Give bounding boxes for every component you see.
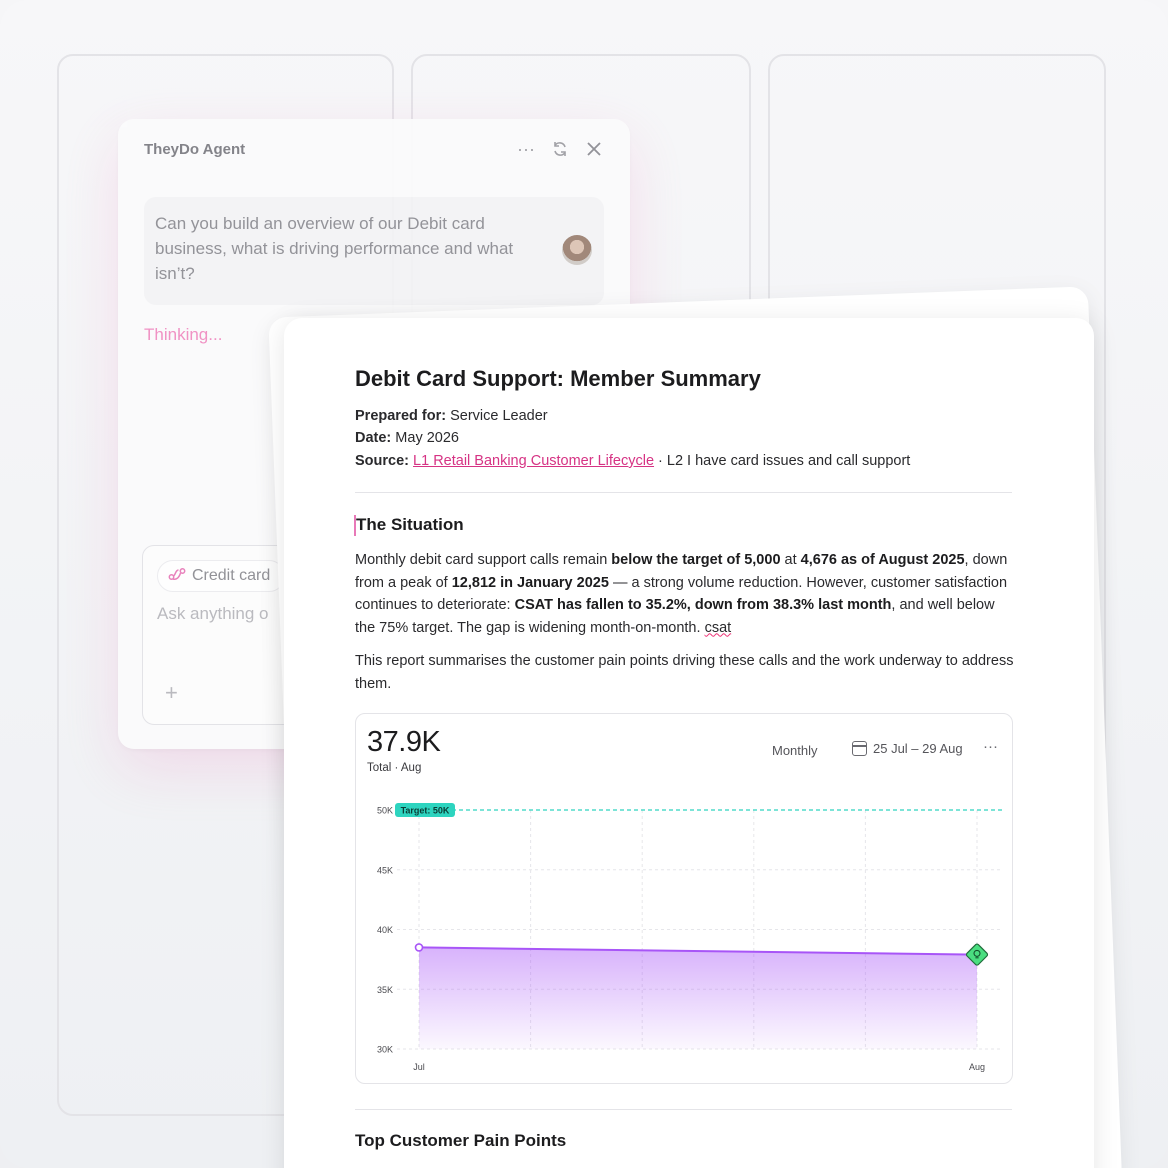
series-area — [419, 947, 977, 1049]
y-tick-label: 35K — [377, 985, 393, 995]
source-link[interactable]: L1 Retail Banking Customer Lifecycle — [413, 453, 654, 469]
document-title: Debit Card Support: Member Summary — [355, 366, 761, 391]
bold-run: CSAT has fallen to 35.2%, down from 38.3… — [514, 597, 892, 613]
situation-paragraph: Monthly debit card support calls remain … — [355, 549, 1015, 639]
prepared-for-line: Prepared for: Service Leader — [355, 408, 548, 424]
source-label: Source: — [355, 453, 409, 469]
y-tick-label: 45K — [377, 865, 393, 875]
canvas-background: TheyDo Agent ··· Can you build an overvi… — [0, 0, 1168, 1168]
source-line: Source: L1 Retail Banking Customer Lifec… — [355, 453, 910, 469]
section-heading-situation: The Situation — [356, 515, 464, 534]
document-sheet: Debit Card Support: Member Summary Prepa… — [284, 318, 1094, 1168]
y-tick-label: 40K — [377, 925, 393, 935]
bold-run: below the target of 5,000 — [611, 552, 781, 568]
journey-icon — [168, 566, 186, 586]
date-line: Date: May 2026 — [355, 430, 459, 446]
chart-card: 37.9K Total · Aug Monthly 25 Jul – 29 Au… — [355, 713, 1013, 1084]
close-icon[interactable] — [584, 137, 604, 161]
agent-actions: ··· — [516, 137, 604, 161]
target-label: Target: 50K — [401, 805, 450, 815]
more-horizontal-icon[interactable]: ··· — [516, 137, 536, 161]
text-run: Monthly debit card support calls remain — [355, 552, 612, 568]
section-heading-pain-points: Top Customer Pain Points — [355, 1131, 567, 1150]
date-label: Date: — [355, 430, 392, 446]
y-tick-label: 50K — [377, 806, 393, 816]
spellcheck-word: csat — [704, 619, 732, 636]
avatar — [562, 235, 592, 265]
user-message-text: Can you build an overview of our Debit c… — [155, 214, 514, 283]
y-tick-label: 30K — [377, 1045, 393, 1055]
x-tick-label: Aug — [969, 1062, 985, 1072]
area-chart: 30K 35K 40K 45K 50K Target: 50K Jul Aug — [377, 803, 1002, 1072]
prepared-for-value: Service Leader — [450, 408, 548, 424]
divider — [355, 1109, 1012, 1110]
bold-run: 4,676 as of August 2025 — [800, 552, 965, 568]
context-chip-label: Credit card — [192, 567, 271, 584]
x-tick-label: Jul — [413, 1062, 425, 1072]
context-chip[interactable]: Credit card — [157, 560, 286, 592]
divider — [355, 492, 1012, 493]
plus-icon[interactable]: + — [165, 680, 178, 706]
source-rest: · L2 I have card issues and call support — [658, 453, 911, 469]
refresh-icon[interactable] — [550, 137, 570, 161]
user-message: Can you build an overview of our Debit c… — [144, 197, 604, 305]
text-run: at — [780, 552, 801, 568]
date-value: May 2026 — [395, 430, 459, 446]
summary-paragraph: This report summarises the customer pain… — [355, 653, 1014, 692]
agent-title: TheyDo Agent — [144, 141, 246, 158]
bold-run: 12,812 in January 2025 — [451, 574, 609, 591]
composer-input[interactable]: Ask anything o — [157, 604, 269, 624]
prepared-for-label: Prepared for: — [355, 408, 447, 424]
data-point — [414, 943, 424, 952]
agent-status: Thinking... — [144, 325, 223, 344]
